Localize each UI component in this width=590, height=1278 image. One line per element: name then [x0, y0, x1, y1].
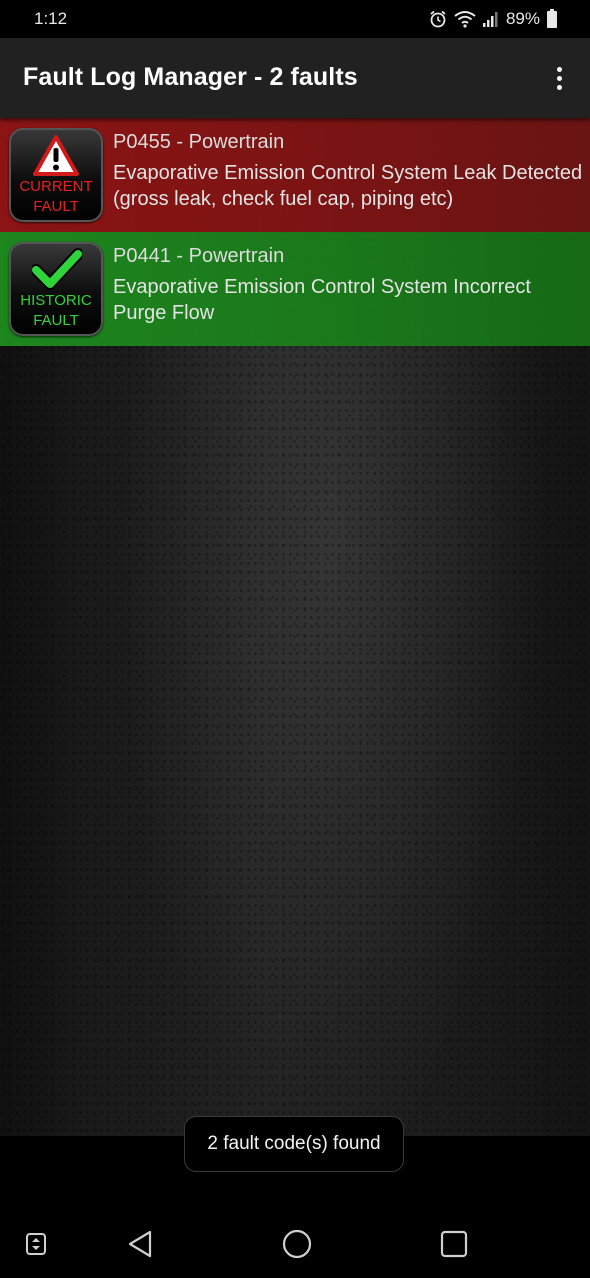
screen: 1:12 89% Fault Log Manager - 2 faults CU…	[0, 0, 590, 1278]
battery-percent: 89%	[505, 9, 540, 28]
signal-icon	[482, 10, 500, 28]
recents-icon[interactable]	[432, 1222, 476, 1266]
historic-fault-badge: HISTORIC FAULT	[9, 242, 103, 336]
warning-triangle-icon	[33, 135, 79, 176]
status-icons: 89%	[428, 6, 558, 32]
page-title: Fault Log Manager - 2 faults	[23, 63, 358, 91]
toast-message: 2 fault code(s) found	[184, 1116, 404, 1172]
fault-list: CURRENT FAULT P0455 - Powertrain Evapora…	[0, 118, 590, 1136]
keyboard-toggle-icon[interactable]	[14, 1222, 58, 1266]
badge-label-line1: CURRENT	[19, 178, 93, 195]
fault-row-current[interactable]: CURRENT FAULT P0455 - Powertrain Evapora…	[0, 118, 590, 233]
status-bar: 1:12 89%	[0, 0, 590, 38]
status-time: 1:12	[34, 9, 68, 28]
fault-code: P0441 - Powertrain	[113, 245, 285, 267]
home-icon[interactable]	[275, 1222, 319, 1266]
app-toolbar: Fault Log Manager - 2 faults	[0, 38, 590, 118]
alarm-icon	[428, 9, 448, 29]
fault-code: P0455 - Powertrain	[113, 131, 285, 153]
battery-icon	[546, 9, 558, 29]
fault-description: Evaporative Emission Control System Inco…	[113, 276, 531, 324]
badge-label-line1: HISTORIC	[20, 292, 92, 309]
wifi-icon	[454, 10, 476, 28]
checkmark-icon	[32, 248, 82, 290]
fault-row-historic[interactable]: HISTORIC FAULT P0441 - Powertrain Evapor…	[0, 232, 590, 346]
back-icon[interactable]	[118, 1222, 162, 1266]
badge-label-line2: FAULT	[33, 198, 79, 215]
fault-description: Evaporative Emission Control System Leak…	[113, 162, 583, 210]
navigation-bar	[0, 1208, 590, 1278]
overflow-menu-icon[interactable]	[542, 58, 576, 98]
badge-label-line2: FAULT	[33, 312, 79, 329]
current-fault-badge: CURRENT FAULT	[9, 128, 103, 222]
